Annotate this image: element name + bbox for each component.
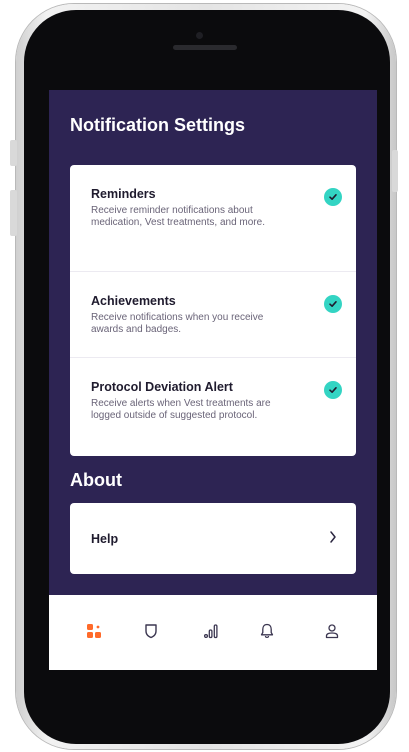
setting-row-protocol-deviation[interactable]: Protocol Deviation Alert Receive alerts … (70, 357, 356, 456)
check-icon[interactable] (324, 295, 342, 313)
tab-dashboard[interactable] (82, 619, 106, 643)
check-icon[interactable] (324, 188, 342, 206)
stats-icon (203, 624, 218, 639)
setting-row-reminders[interactable]: Reminders Receive reminder notifications… (70, 165, 356, 271)
notification-settings-card: Reminders Receive reminder notifications… (70, 165, 356, 456)
profile-icon (325, 624, 339, 639)
bottom-tab-bar (49, 595, 377, 670)
setting-row-achievements[interactable]: Achievements Receive notifications when … (70, 271, 356, 357)
chevron-right-icon (328, 529, 338, 550)
bell-icon (260, 623, 274, 638)
side-button (10, 190, 17, 236)
tab-protection[interactable] (139, 619, 163, 643)
setting-title: Achievements (91, 294, 176, 308)
setting-title: Protocol Deviation Alert (91, 380, 233, 394)
setting-title: Reminders (91, 187, 156, 201)
help-row[interactable]: Help (70, 503, 356, 574)
help-label: Help (91, 532, 119, 546)
dashboard-icon (87, 624, 101, 638)
about-title: About (70, 470, 122, 490)
check-icon[interactable] (324, 381, 342, 399)
side-button (392, 150, 398, 192)
setting-description: Receive notifications when you receive a… (91, 312, 264, 335)
setting-description: Receive alerts when Vest treatments are … (91, 398, 271, 421)
tab-profile[interactable] (320, 619, 344, 643)
shield-icon (145, 624, 157, 639)
tab-stats[interactable] (200, 619, 224, 643)
tab-notifications[interactable] (255, 619, 279, 643)
front-camera (196, 32, 203, 39)
notification-settings-title: Notification Settings (70, 115, 245, 135)
earpiece (173, 45, 237, 50)
app-screen: Notification Settings Reminders Receive … (49, 90, 377, 670)
side-button (10, 140, 17, 166)
setting-description: Receive reminder notifications about med… (91, 205, 265, 228)
